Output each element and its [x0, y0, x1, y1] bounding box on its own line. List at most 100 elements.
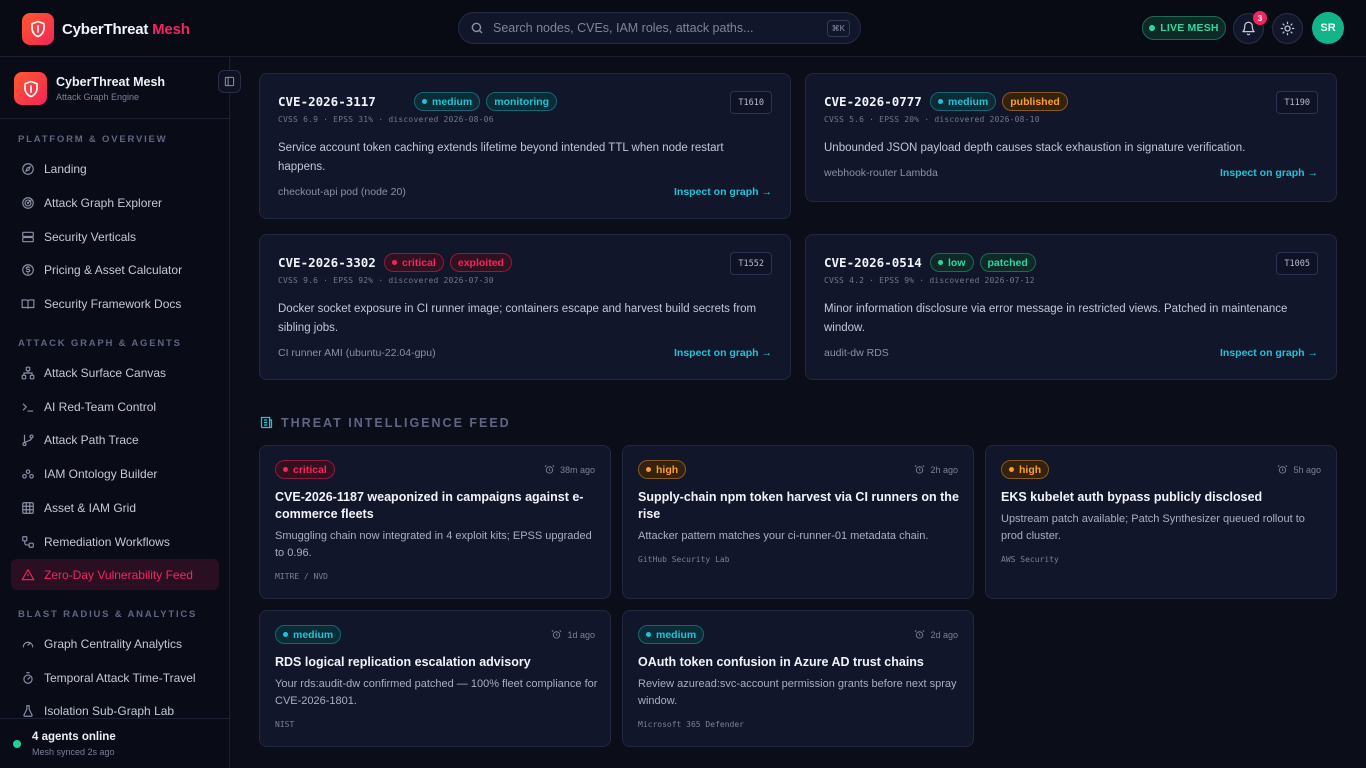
severity-label: critical: [402, 256, 436, 269]
server-icon: [22, 231, 34, 242]
brand-name-accent: Mesh: [152, 20, 190, 38]
intel-body: Your rds:audit-dw confirmed patched — 10…: [275, 678, 598, 707]
sidebar-item-label: Asset & IAM Grid: [44, 500, 137, 515]
sidebar-item-graph-centrality[interactable]: Graph Centrality Analytics: [11, 628, 219, 659]
mitre-technique-tag: T1610: [730, 91, 772, 114]
notification-count-badge: 3: [1253, 11, 1267, 25]
severity-badge: medium: [414, 92, 481, 111]
newspaper-icon: [260, 416, 273, 429]
intel-card[interactable]: high 2h ago Supply-chain npm token harve…: [622, 445, 974, 599]
severity-badge: medium: [275, 625, 342, 644]
cve-id: CVE-2026-3302: [278, 255, 376, 270]
sidebar-item-landing[interactable]: Landing: [11, 153, 219, 184]
alarm-clock-icon: [915, 465, 925, 474]
flask-icon: [23, 704, 33, 717]
alarm-clock-icon: [915, 630, 925, 639]
live-mesh-label: LIVE MESH: [1160, 22, 1219, 34]
intel-body: Smuggling chain now integrated in 4 expl…: [275, 530, 592, 559]
users-icon: [22, 468, 34, 479]
sidebar-item-pricing[interactable]: Pricing & Asset Calculator: [11, 254, 219, 285]
intel-source: NIST: [275, 720, 295, 729]
brand-name-main: CyberThreat: [62, 20, 149, 38]
cve-card[interactable]: CVE-2026-0514 low patched T1005 CVSS 4.2…: [805, 234, 1337, 380]
intel-card[interactable]: medium 2d ago OAuth token confusion in A…: [622, 610, 974, 747]
status-badge: monitoring: [486, 92, 558, 111]
intel-title: Supply-chain npm token harvest via CI ru…: [638, 490, 959, 521]
intel-source: MITRE / NVD: [275, 572, 328, 581]
sidebar: CyberThreat Mesh Attack Graph Engine PLA…: [0, 57, 241, 768]
sidebar-item-security-verticals[interactable]: Security Verticals: [11, 221, 219, 252]
git-branch-icon: [22, 433, 34, 446]
affected-asset: audit-dw RDS: [824, 347, 889, 359]
status-badge: patched: [979, 253, 1036, 272]
inspect-on-graph-link[interactable]: Inspect on graph →: [674, 186, 772, 198]
sidebar-item-label: Landing: [44, 161, 87, 176]
cve-card[interactable]: CVE-2026-0777 medium published T1190 CVS…: [805, 73, 1337, 202]
status-badge: published: [1002, 92, 1068, 111]
intel-card[interactable]: high 5h ago EKS kubelet auth bypass publ…: [985, 445, 1337, 599]
severity-label: medium: [656, 628, 697, 641]
cve-meta: CVSS 4.2 · EPSS 9% · discovered 2026-07-…: [824, 276, 1035, 285]
sidebar-item-temporal-time-travel[interactable]: Temporal Attack Time-Travel: [11, 662, 219, 693]
sidebar-item-asset-iam-grid[interactable]: Asset & IAM Grid: [11, 492, 219, 523]
severity-label: medium: [432, 95, 473, 108]
alert-triangle-icon: [21, 568, 35, 580]
cve-meta: CVSS 5.6 · EPSS 20% · discovered 2026-08…: [824, 115, 1040, 124]
time-ago: 2d ago: [914, 629, 958, 640]
sidebar-item-attack-graph-explorer[interactable]: Attack Graph Explorer: [11, 187, 219, 218]
alarm-clock-icon: [544, 465, 555, 474]
cve-description: Minor information disclosure via error m…: [824, 303, 1288, 334]
affected-asset: CI runner AMI (ubuntu-22.04-gpu): [278, 347, 436, 359]
sidebar-item-remediation-workflows[interactable]: Remediation Workflows: [11, 526, 219, 557]
time-ago: 2h ago: [914, 464, 958, 475]
cve-id: CVE-2026-0514: [824, 255, 922, 270]
sidebar-section-attack-graph: ATTACK GRAPH & AGENTS: [18, 338, 182, 349]
global-search[interactable]: ⌘K: [458, 12, 861, 44]
sidebar-item-label: AI Red-Team Control: [44, 399, 157, 414]
cve-meta: CVSS 9.6 · EPSS 92% · discovered 2026-07…: [278, 276, 494, 285]
intel-card[interactable]: critical 38m ago CVE-2026-1187 weaponize…: [259, 445, 611, 599]
severity-label: critical: [293, 463, 327, 476]
time-ago: 1d ago: [551, 629, 595, 640]
live-mesh-badge[interactable]: LIVE MESH: [1142, 16, 1226, 40]
intel-card[interactable]: medium 1d ago RDS logical replication es…: [259, 610, 611, 747]
inspect-on-graph-link[interactable]: Inspect on graph →: [674, 347, 772, 359]
main-content: CVE-2026-3117 medium monitoring T1610 CV…: [230, 57, 1366, 768]
search-input[interactable]: [493, 21, 813, 35]
sidebar-item-framework-docs[interactable]: Security Framework Docs: [11, 288, 219, 319]
sidebar-item-ai-red-team[interactable]: AI Red-Team Control: [11, 391, 219, 422]
sidebar-item-iam-ontology[interactable]: IAM Ontology Builder: [11, 458, 219, 489]
grid-icon: [22, 501, 34, 514]
inspect-on-graph-link[interactable]: Inspect on graph →: [1220, 347, 1318, 359]
mitre-technique-tag: T1005: [1276, 252, 1318, 275]
intel-source: Microsoft 365 Defender: [638, 720, 744, 729]
compass-icon: [22, 162, 34, 175]
sidebar-item-label: Zero-Day Vulnerability Feed: [44, 567, 193, 582]
radar-icon: [22, 196, 34, 209]
cve-card[interactable]: CVE-2026-3302 critical exploited T1552 C…: [259, 234, 791, 380]
severity-badge: critical: [275, 460, 335, 479]
intel-source: GitHub Security Lab: [638, 555, 730, 564]
sidebar-item-label: Isolation Sub-Graph Lab: [44, 703, 175, 718]
intel-title: OAuth token confusion in Azure AD trust …: [638, 655, 924, 669]
severity-label: low: [948, 256, 966, 269]
time-ago: 38m ago: [544, 464, 595, 475]
sidebar-item-zero-day-feed[interactable]: Zero-Day Vulnerability Feed: [11, 559, 219, 590]
alarm-clock-icon: [552, 630, 562, 639]
cve-id: CVE-2026-3117: [278, 94, 376, 109]
user-avatar[interactable]: SR: [1312, 12, 1344, 44]
severity-badge: medium: [638, 625, 705, 644]
sidebar-item-label: Remediation Workflows: [44, 534, 170, 549]
bell-icon: [1242, 21, 1255, 36]
time-ago-label: 2h ago: [930, 464, 958, 475]
inspect-on-graph-link[interactable]: Inspect on graph →: [1220, 167, 1318, 179]
brand[interactable]: CyberThreat Mesh: [22, 13, 190, 45]
sidebar-item-attack-path-trace[interactable]: Attack Path Trace: [11, 424, 219, 455]
agents-online-dot: [13, 740, 21, 748]
cve-card[interactable]: CVE-2026-3117 medium monitoring T1610 CV…: [259, 73, 791, 219]
time-ago-label: 1d ago: [567, 629, 595, 640]
theme-toggle-button[interactable]: [1272, 13, 1303, 44]
sidebar-item-attack-surface-canvas[interactable]: Attack Surface Canvas: [11, 357, 219, 388]
intel-body: Upstream patch available; Patch Synthesi…: [1001, 513, 1305, 542]
notifications-button[interactable]: 3: [1233, 11, 1267, 44]
